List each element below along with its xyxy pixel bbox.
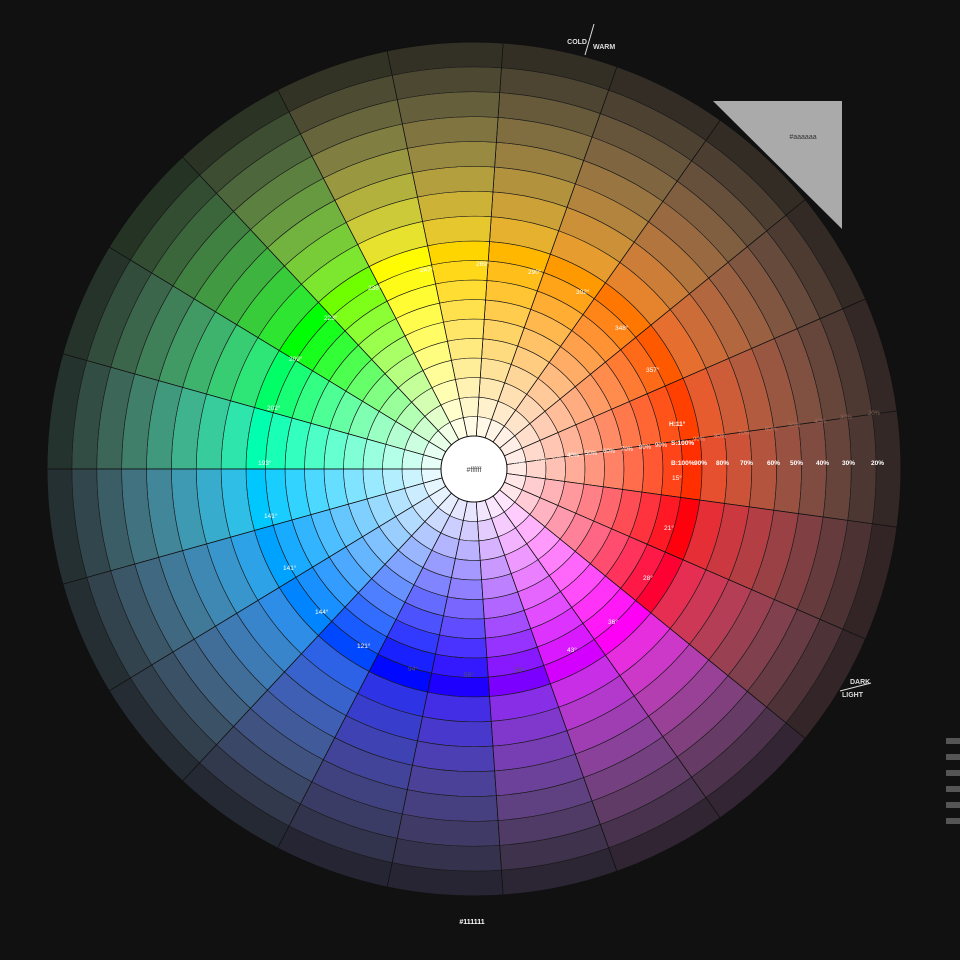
brightness-label: 90% — [694, 460, 707, 467]
hue-label: 28° — [643, 574, 653, 582]
wheel-cell — [443, 318, 485, 342]
wheel-cell — [724, 430, 753, 508]
hue-label: 302° — [576, 288, 590, 296]
edge-logo-fragment — [946, 738, 960, 824]
hue-label: 269° — [476, 260, 490, 268]
brightness-label: 40% — [816, 460, 829, 467]
wheel-cell — [680, 437, 703, 501]
hue-label: 43° — [567, 646, 577, 654]
hue-value-label: H:11° — [669, 420, 686, 428]
hue-label: 36° — [608, 618, 618, 626]
brightness-label-faded: 30% — [840, 415, 853, 421]
hue-label: 357° — [646, 366, 660, 374]
wheel-cell — [660, 440, 683, 498]
wheel-cell — [822, 417, 852, 521]
hue-label: 247° — [420, 266, 434, 274]
brightness-label-faded: 60% — [765, 427, 778, 433]
saturation-label: 70% — [621, 447, 634, 453]
hue-label: 21° — [664, 524, 674, 532]
wheel-cell — [447, 338, 484, 361]
brightness-value-label: B:100% — [671, 460, 695, 467]
wheel-cell — [455, 539, 481, 561]
wheel-cell — [699, 434, 728, 504]
hue-label: 59° — [464, 671, 474, 679]
hue-label: 94° — [408, 665, 418, 673]
hue-label: 238° — [368, 284, 382, 292]
wheel-cell — [773, 424, 802, 514]
brightness-label-faded: 50% — [788, 423, 801, 429]
wheel-cell — [435, 279, 488, 304]
saturation-label: 10% — [513, 461, 526, 467]
saturation-label: 90% — [655, 443, 668, 449]
hue-label: 290° — [528, 268, 542, 276]
hue-label: 141° — [264, 512, 278, 520]
wheel-cell — [748, 427, 777, 511]
wheel-cell — [455, 377, 481, 399]
swatch-hex-label: #aaaaaa — [789, 134, 816, 141]
wheel-cell — [451, 357, 482, 380]
wheel-cell — [439, 615, 486, 639]
hue-label: 348° — [615, 324, 629, 332]
saturation-label: 80% — [639, 445, 652, 451]
brightness-label: 20% — [871, 460, 884, 467]
center-hex-label: #ffffff — [467, 467, 482, 474]
wheel-cell — [451, 558, 482, 581]
hue-label: 144° — [315, 608, 329, 616]
brightness-label: 70% — [740, 460, 753, 467]
wheel-cell — [872, 410, 902, 528]
wheel-cell — [422, 691, 492, 723]
hue-label: 209° — [289, 355, 303, 363]
brightness-label-faded: 40% — [814, 419, 827, 425]
brightness-label: 30% — [842, 460, 855, 467]
brightness-label: 50% — [790, 460, 803, 467]
hue-label: 121° — [357, 642, 371, 650]
light-label: LIGHT — [842, 692, 864, 699]
wheel-cell — [443, 596, 485, 620]
cold-label: COLD — [567, 39, 587, 46]
brightness-label-faded: 90% — [693, 437, 706, 443]
hue-label: 193° — [258, 459, 272, 467]
brightness-label: 60% — [767, 460, 780, 467]
wheel-cell — [847, 413, 877, 525]
saturation-value-label: S:100% — [671, 440, 694, 447]
hue-label: 50° — [515, 666, 525, 674]
dark-center-hex-label: #111111 — [459, 919, 484, 926]
brightness-label-faded: 80% — [714, 434, 727, 440]
wheel-cell — [798, 420, 827, 518]
hue-label: 15° — [672, 474, 682, 482]
saturation-label: 60% — [603, 449, 616, 455]
brightness-label-faded: 70% — [738, 431, 751, 437]
wheel-cell — [435, 634, 488, 659]
hue-label: 202° — [267, 404, 281, 412]
saturation-label: 40% — [567, 453, 580, 459]
saturation-label: 20% — [535, 458, 548, 464]
wheel-cell — [439, 299, 486, 323]
dark-label: DARK — [850, 679, 870, 686]
wheel-cell — [447, 577, 484, 600]
wheel-cell — [422, 215, 492, 247]
saturation-label: 50% — [585, 451, 598, 457]
brightness-label-faded: 20% — [868, 411, 881, 417]
hue-label: 223° — [324, 314, 338, 322]
brightness-label: 80% — [716, 460, 729, 467]
color-wheel-diagram: #ffffff #aaaaaa COLD WARM DARK LIGHT H:1… — [46, 23, 960, 926]
warm-label: WARM — [593, 44, 615, 51]
saturation-label: 30% — [551, 456, 564, 462]
hue-label: 141° — [283, 564, 297, 572]
